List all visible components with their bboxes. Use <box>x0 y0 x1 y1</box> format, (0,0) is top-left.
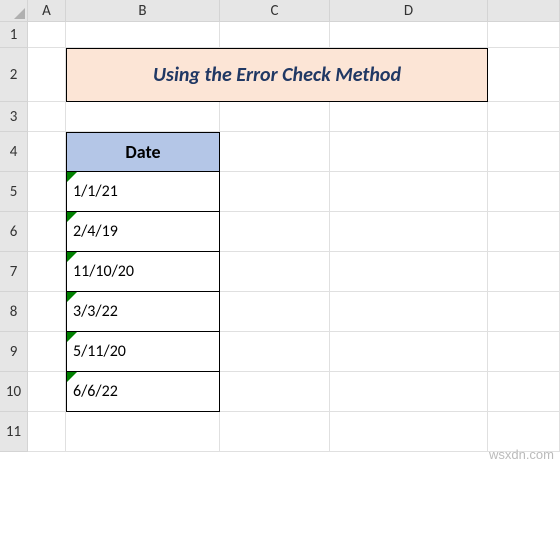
col-header-d[interactable]: D <box>330 0 488 22</box>
row-header-8[interactable]: 8 <box>0 292 28 332</box>
row-header-6[interactable]: 6 <box>0 212 28 252</box>
cell-a9[interactable] <box>28 332 66 372</box>
cell-a10[interactable] <box>28 372 66 412</box>
cell-d5[interactable] <box>330 172 488 212</box>
cell-a5[interactable] <box>28 172 66 212</box>
cell-a4[interactable] <box>28 132 66 172</box>
cell-d8[interactable] <box>330 292 488 332</box>
cell-c11[interactable] <box>220 412 330 452</box>
row-header-5[interactable]: 5 <box>0 172 28 212</box>
row-header-1[interactable]: 1 <box>0 22 28 48</box>
title-cell[interactable]: Using the Error Check Method <box>66 48 488 102</box>
cell-a11[interactable] <box>28 412 66 452</box>
cell-a3[interactable] <box>28 102 66 132</box>
cell-e7[interactable] <box>488 252 560 292</box>
cell-d11[interactable] <box>330 412 488 452</box>
cell-c4[interactable] <box>220 132 330 172</box>
cell-c9[interactable] <box>220 332 330 372</box>
row-header-7[interactable]: 7 <box>0 252 28 292</box>
select-all-corner[interactable] <box>0 0 28 22</box>
cell-e10[interactable] <box>488 372 560 412</box>
cell-d4[interactable] <box>330 132 488 172</box>
row-header-2[interactable]: 2 <box>0 48 28 102</box>
cell-e11[interactable] <box>488 412 560 452</box>
col-header-b[interactable]: B <box>66 0 220 22</box>
date-cell-1[interactable]: 1/1/21 <box>66 172 220 212</box>
cell-e3[interactable] <box>488 102 560 132</box>
cell-d9[interactable] <box>330 332 488 372</box>
cell-b1[interactable] <box>66 22 220 48</box>
cell-d10[interactable] <box>330 372 488 412</box>
row-header-4[interactable]: 4 <box>0 132 28 172</box>
cell-e1[interactable] <box>488 22 560 48</box>
spreadsheet-grid: A B C D 1 2 Using the Error Check Method… <box>0 0 560 452</box>
cell-b11[interactable] <box>66 412 220 452</box>
watermark-text: wsxdn.com <box>489 447 554 462</box>
cell-e4[interactable] <box>488 132 560 172</box>
cell-a8[interactable] <box>28 292 66 332</box>
row-header-9[interactable]: 9 <box>0 332 28 372</box>
date-cell-6[interactable]: 6/6/22 <box>66 372 220 412</box>
date-cell-5[interactable]: 5/11/20 <box>66 332 220 372</box>
table-header-date[interactable]: Date <box>66 132 220 172</box>
cell-c8[interactable] <box>220 292 330 332</box>
cell-c1[interactable] <box>220 22 330 48</box>
row-header-3[interactable]: 3 <box>0 102 28 132</box>
cell-c5[interactable] <box>220 172 330 212</box>
date-cell-3[interactable]: 11/10/20 <box>66 252 220 292</box>
cell-e6[interactable] <box>488 212 560 252</box>
cell-d7[interactable] <box>330 252 488 292</box>
cell-e2[interactable] <box>488 48 560 102</box>
cell-c10[interactable] <box>220 372 330 412</box>
cell-a2[interactable] <box>28 48 66 102</box>
cell-d1[interactable] <box>330 22 488 48</box>
col-header-a[interactable]: A <box>28 0 66 22</box>
cell-c3[interactable] <box>220 102 330 132</box>
cell-d3[interactable] <box>330 102 488 132</box>
col-header-c[interactable]: C <box>220 0 330 22</box>
cell-a1[interactable] <box>28 22 66 48</box>
cell-a7[interactable] <box>28 252 66 292</box>
cell-d6[interactable] <box>330 212 488 252</box>
cell-c6[interactable] <box>220 212 330 252</box>
cell-e9[interactable] <box>488 332 560 372</box>
col-header-blank[interactable] <box>488 0 560 22</box>
date-cell-4[interactable]: 3/3/22 <box>66 292 220 332</box>
cell-e8[interactable] <box>488 292 560 332</box>
row-header-11[interactable]: 11 <box>0 412 28 452</box>
row-header-10[interactable]: 10 <box>0 372 28 412</box>
date-cell-2[interactable]: 2/4/19 <box>66 212 220 252</box>
cell-c7[interactable] <box>220 252 330 292</box>
cell-b3[interactable] <box>66 102 220 132</box>
cell-e5[interactable] <box>488 172 560 212</box>
cell-a6[interactable] <box>28 212 66 252</box>
